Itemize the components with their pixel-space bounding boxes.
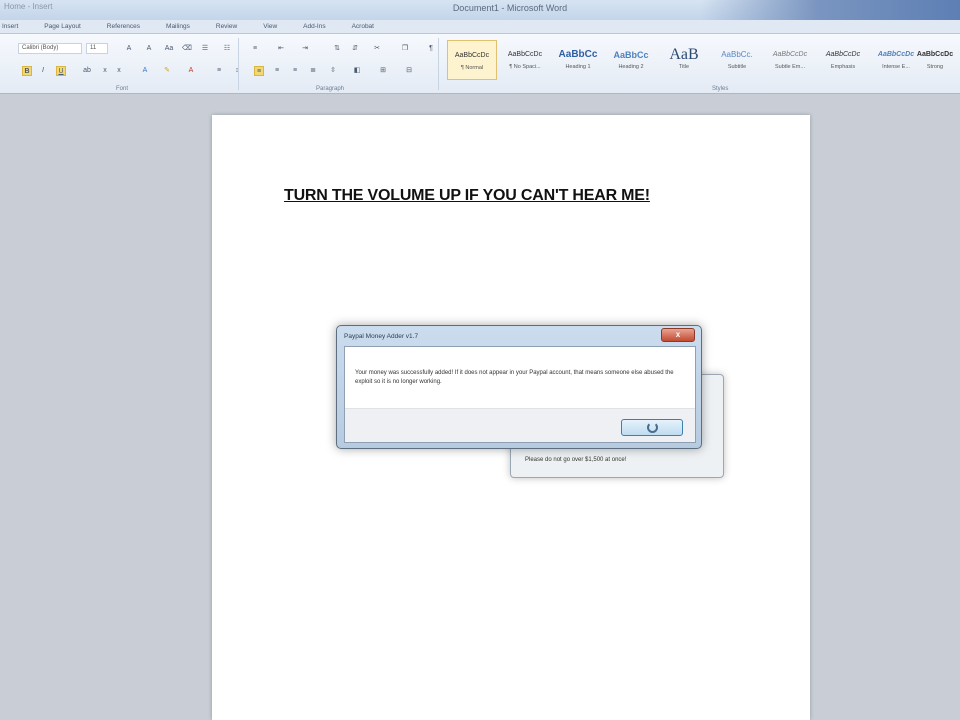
tab-insert[interactable]: Insert bbox=[0, 23, 31, 30]
title-bar-left-caption: Home - Insert bbox=[4, 2, 53, 11]
align-left-icon[interactable]: ≡ bbox=[214, 66, 224, 76]
shading-icon[interactable]: ◧ bbox=[352, 66, 362, 76]
title-bar: Home - Insert Document1 - Microsoft Word bbox=[0, 0, 960, 20]
distributed-icon[interactable]: ≣ bbox=[308, 66, 318, 76]
line-spacing-icon[interactable]: ↕ bbox=[232, 66, 242, 76]
multilevel-list-icon[interactable]: ≡ bbox=[250, 44, 260, 54]
style-sample: AaBbCc bbox=[613, 50, 649, 60]
italic-icon[interactable]: I bbox=[38, 66, 48, 76]
window-title: Document1 - Microsoft Word bbox=[452, 3, 568, 13]
style-emphasis[interactable]: AaBbCcDc Emphasis bbox=[818, 40, 868, 80]
superscript-icon[interactable]: x bbox=[114, 66, 124, 76]
style-sample: AaBbCc. bbox=[721, 50, 753, 59]
title-bar-gradient bbox=[700, 0, 960, 20]
dialog-body: Your money was successfully added! If it… bbox=[344, 346, 696, 443]
strikethrough-icon[interactable]: ab bbox=[82, 66, 92, 76]
style-name: Subtitle bbox=[727, 64, 747, 70]
style-sample: AaBbCcDc bbox=[772, 51, 808, 58]
style-no-spacing[interactable]: AaBbCcDc ¶ No Spaci... bbox=[500, 40, 550, 80]
copy-icon[interactable]: ❐ bbox=[400, 44, 410, 54]
style-name: Heading 2 bbox=[618, 64, 644, 70]
ribbon-tabs: Insert Page Layout References Mailings R… bbox=[0, 20, 960, 34]
show-hide-icon[interactable]: ⊟ bbox=[404, 66, 414, 76]
style-sample: AaBbCcDc bbox=[825, 51, 861, 58]
tab-mailings[interactable]: Mailings bbox=[153, 23, 203, 30]
pilcrow-icon[interactable]: ¶ bbox=[426, 44, 436, 54]
paragraph-group-label: Paragraph bbox=[316, 86, 345, 92]
sort-icon[interactable]: ⇅ bbox=[332, 44, 342, 54]
style-name: Title bbox=[678, 64, 690, 70]
style-normal[interactable]: AaBbCcDc ¶ Normal bbox=[447, 40, 497, 80]
grow-font-icon[interactable]: A bbox=[124, 44, 134, 54]
bullets-icon[interactable]: ☰ bbox=[200, 44, 210, 54]
font-name-box[interactable]: Calibri (Body) bbox=[18, 43, 82, 54]
dialog-footer bbox=[345, 408, 695, 442]
paragraph-spacing-icon[interactable]: ⇳ bbox=[328, 66, 338, 76]
tab-add-ins[interactable]: Add-Ins bbox=[290, 23, 338, 30]
group-separator bbox=[238, 38, 239, 90]
decrease-indent-icon[interactable]: ⇤ bbox=[276, 44, 286, 54]
clear-format-icon[interactable]: ⌫ bbox=[182, 44, 192, 54]
align-center-icon[interactable]: ≡ bbox=[254, 66, 264, 76]
style-name: Heading 1 bbox=[565, 64, 591, 70]
highlight-icon[interactable]: ✎ bbox=[162, 66, 172, 76]
style-name: ¶ No Spaci... bbox=[509, 64, 541, 70]
bold-icon[interactable]: B bbox=[22, 66, 32, 76]
close-icon[interactable]: x bbox=[661, 328, 695, 342]
style-sample: AaB bbox=[669, 46, 699, 63]
document-heading[interactable]: TURN THE VOLUME UP IF YOU CAN'T HEAR ME! bbox=[284, 187, 684, 205]
style-subtle-emphasis[interactable]: AaBbCcDc Subtle Em... bbox=[765, 40, 815, 80]
text-effects-icon[interactable]: A bbox=[140, 66, 150, 76]
align-right-icon[interactable]: ≡ bbox=[272, 66, 282, 76]
style-name: ¶ Normal bbox=[460, 65, 484, 71]
style-sample: AaBbCcDc bbox=[454, 52, 490, 59]
style-subtitle[interactable]: AaBbCc. Subtitle bbox=[712, 40, 762, 80]
style-heading-1[interactable]: AaBbCc Heading 1 bbox=[553, 40, 603, 80]
style-sample: AaBbCcDc bbox=[916, 51, 954, 58]
font-group-label: Font bbox=[116, 86, 129, 92]
change-case-icon[interactable]: Aa bbox=[164, 44, 174, 54]
subscript-icon[interactable]: x bbox=[100, 66, 110, 76]
tab-review[interactable]: Review bbox=[203, 23, 250, 30]
tab-view[interactable]: View bbox=[250, 23, 290, 30]
scissors-icon[interactable]: ✂ bbox=[372, 44, 382, 54]
numbering-icon[interactable]: ☷ bbox=[222, 44, 232, 54]
borders-icon[interactable]: ⊞ bbox=[378, 66, 388, 76]
tab-page-layout[interactable]: Page Layout bbox=[31, 23, 94, 30]
style-strong[interactable]: AaBbCcDc Strong bbox=[910, 40, 960, 80]
increase-indent-icon[interactable]: ⇥ bbox=[300, 44, 310, 54]
style-name: Emphasis bbox=[830, 64, 856, 70]
shrink-font-icon[interactable]: A bbox=[144, 44, 154, 54]
underline-icon[interactable]: U bbox=[56, 66, 66, 76]
group-separator bbox=[438, 38, 439, 90]
paypal-adder-dialog[interactable]: Paypal Money Adder v1.7 x Your money was… bbox=[336, 325, 702, 449]
style-name: Strong bbox=[926, 64, 944, 70]
tab-references[interactable]: References bbox=[94, 23, 153, 30]
loading-spinner-icon bbox=[647, 422, 658, 433]
background-dialog-message: Please do not go over $1,500 at once! bbox=[525, 457, 627, 463]
font-color-icon[interactable]: A bbox=[186, 66, 196, 76]
font-size-box[interactable]: 11 bbox=[86, 43, 108, 54]
sort-desc-icon[interactable]: ⇵ bbox=[350, 44, 360, 54]
styles-group-label: Styles bbox=[712, 86, 729, 92]
ok-button[interactable] bbox=[621, 419, 683, 436]
justify-icon[interactable]: ≡ bbox=[290, 66, 300, 76]
dialog-title: Paypal Money Adder v1.7 bbox=[344, 333, 419, 340]
style-name: Subtle Em... bbox=[775, 64, 805, 70]
dialog-message: Your money was successfully added! If it… bbox=[355, 370, 674, 385]
tab-acrobat[interactable]: Acrobat bbox=[339, 23, 387, 30]
style-heading-2[interactable]: AaBbCc Heading 2 bbox=[606, 40, 656, 80]
style-sample: AaBbCcDc bbox=[507, 51, 543, 58]
ribbon: Calibri (Body) 11 A A Aa ⌫ B I U ab x x … bbox=[0, 34, 960, 94]
style-sample: AaBbCc bbox=[558, 49, 598, 60]
style-title[interactable]: AaB Title bbox=[659, 40, 709, 80]
